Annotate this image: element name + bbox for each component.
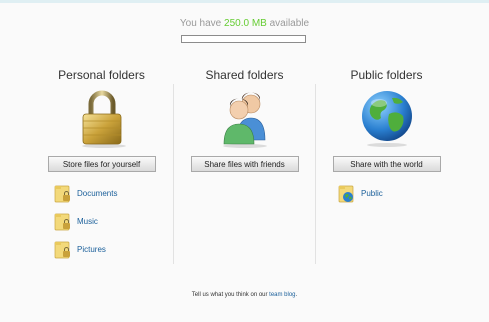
shared-folders-section: Shared folders Share files with friends: [163, 68, 326, 268]
personal-folders-section: Personal folders Store files for yoursel…: [20, 68, 183, 268]
team-blog-link[interactable]: team blog: [269, 292, 295, 298]
users-icon: [222, 92, 267, 148]
padlock-icon: [81, 90, 126, 148]
share-with-friends-button[interactable]: Share files with friends: [190, 156, 299, 172]
quota-amount: 250.0 MB: [224, 18, 267, 29]
folder-documents[interactable]: Documents: [54, 182, 117, 204]
folder-label: Public: [361, 188, 383, 198]
locked-folder-icon: [54, 185, 70, 203]
folder-label: Pictures: [77, 244, 106, 254]
globe-icon: [361, 91, 412, 147]
storage-usage-bar: [181, 35, 306, 43]
storage-quota-text: You have 250.0 MB available: [0, 18, 489, 29]
locked-folder-icon: [54, 213, 70, 231]
section-heading: Personal folders: [58, 68, 145, 82]
section-heading: Shared folders: [205, 68, 284, 82]
top-accent-line: [0, 0, 489, 3]
folder-public[interactable]: Public: [338, 182, 383, 204]
share-with-world-button[interactable]: Share with the world: [332, 156, 441, 172]
folder-label: Documents: [77, 188, 118, 198]
footer-prefix: Tell us what you think on our: [191, 292, 270, 298]
public-folders-section: Public folders Share with the world Publ…: [305, 68, 468, 268]
store-files-button[interactable]: Store files for yourself: [47, 156, 156, 172]
quota-prefix: You have: [179, 18, 225, 29]
folder-label: Music: [77, 216, 98, 226]
folder-pictures[interactable]: Pictures: [54, 238, 106, 260]
section-heading: Public folders: [350, 68, 423, 82]
locked-folder-icon: [54, 241, 70, 259]
folder-music[interactable]: Music: [54, 210, 98, 232]
footer-suffix: .: [295, 292, 298, 298]
feedback-footer: Tell us what you think on our team blog.: [0, 292, 489, 298]
public-folder-icon: [338, 185, 354, 203]
quota-suffix: available: [266, 18, 310, 29]
